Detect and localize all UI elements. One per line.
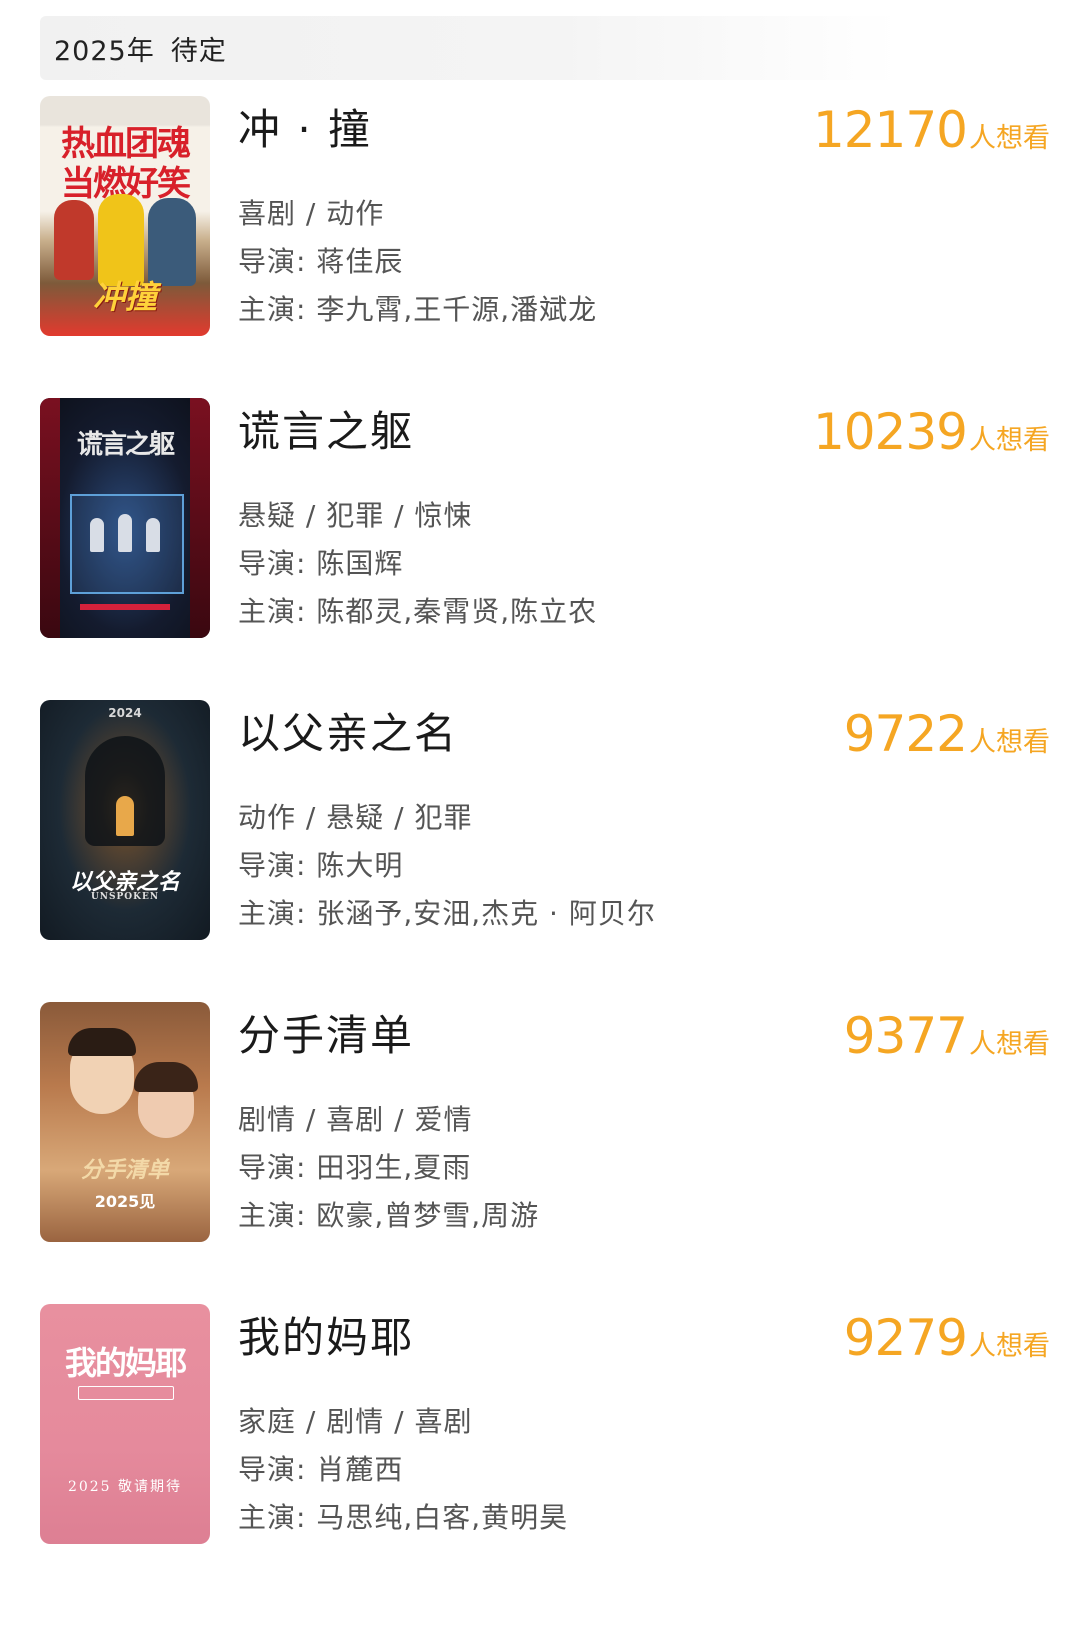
movie-poster[interactable]: 热血团魂 当燃好笑 冲撞 [40,96,210,336]
section-header: 2025年 待定 [40,16,900,80]
movie-cast: 主演: 李九霄,王千源,潘斌龙 [238,293,598,326]
section-year: 2025年 [54,35,155,67]
want-count-number: 9722 [843,705,968,763]
want-to-watch-count: 9279人想看 [844,1310,1050,1378]
movie-genre: 家庭 / 剧情 / 喜剧 [238,1405,473,1438]
movie-title[interactable]: 冲 · 撞 [238,104,372,156]
section-status: 待定 [170,35,227,67]
movie-cast: 主演: 陈都灵,秦霄贤,陈立农 [238,595,598,628]
movie-cast: 主演: 马思纯,白客,黄明昊 [238,1501,569,1534]
movie-card[interactable]: 分手清单 2025见 分手清单 9377人想看 剧情 / 喜剧 / 爱情 导演:… [40,1002,1050,1242]
movie-director: 导演: 陈大明 [238,849,404,882]
movie-director: 导演: 田羽生,夏雨 [238,1151,472,1184]
movie-genre: 剧情 / 喜剧 / 爱情 [238,1103,473,1136]
movie-poster[interactable]: 谎言之躯 [40,398,210,638]
movie-card[interactable]: 热血团魂 当燃好笑 冲撞 冲 · 撞 12170人想看 喜剧 / 动作 导演: … [40,96,1050,336]
poster-logo: 谎言之躯 [76,430,175,460]
movie-genre: 悬疑 / 犯罪 / 惊悚 [238,499,473,532]
want-count-unit: 人想看 [969,1029,1050,1060]
movie-title[interactable]: 分手清单 [238,1010,414,1062]
want-count-number: 10239 [812,403,968,461]
movie-title[interactable]: 谎言之躯 [238,406,414,458]
poster-subtitle: 2025见 [94,1192,156,1211]
poster-subtitle: 2025 敬请期待 [67,1479,183,1495]
movie-genre: 动作 / 悬疑 / 犯罪 [238,801,473,834]
want-count-unit: 人想看 [969,425,1050,456]
movie-poster[interactable]: 分手清单 2025见 [40,1002,210,1242]
want-count-number: 9279 [843,1309,968,1367]
movie-genre: 喜剧 / 动作 [238,197,385,230]
poster-logo: 我的妈耶 [64,1344,187,1382]
poster-year: 2024 [108,706,142,720]
want-count-unit: 人想看 [969,123,1050,154]
movie-title[interactable]: 我的妈耶 [238,1312,414,1364]
want-count-unit: 人想看 [969,727,1050,758]
movie-cast: 主演: 欧豪,曾梦雪,周游 [238,1199,540,1232]
movie-card[interactable]: 我的妈耶 2025 敬请期待 我的妈耶 9279人想看 家庭 / 剧情 / 喜剧… [40,1304,1050,1544]
want-to-watch-count: 10239人想看 [813,404,1050,472]
movie-cast: 主演: 张涵予,安沺,杰克 · 阿贝尔 [238,897,656,930]
want-count-number: 12170 [812,101,968,159]
want-count-number: 9377 [843,1007,968,1065]
poster-subtitle: UNSPOKEN [90,892,160,902]
movie-director: 导演: 蒋佳辰 [238,245,404,278]
want-to-watch-count: 9722人想看 [844,706,1050,774]
movie-director: 导演: 肖麓西 [238,1453,404,1486]
want-count-unit: 人想看 [969,1331,1050,1362]
want-to-watch-count: 9377人想看 [844,1008,1050,1076]
movie-title[interactable]: 以父亲之名 [238,708,458,760]
movie-card[interactable]: 谎言之躯 谎言之躯 10239人想看 悬疑 / 犯罪 / 惊悚 导演: 陈国辉 … [40,398,1050,638]
want-to-watch-count: 12170人想看 [813,102,1050,170]
movie-poster[interactable]: 我的妈耶 2025 敬请期待 [40,1304,210,1544]
movie-card[interactable]: 2024 以父亲之名 UNSPOKEN 以父亲之名 9722人想看 动作 / 悬… [40,700,1050,940]
movie-director: 导演: 陈国辉 [238,547,404,580]
poster-logo: 冲撞 [92,278,157,316]
poster-logo: 分手清单 [80,1157,169,1183]
movie-poster[interactable]: 2024 以父亲之名 UNSPOKEN [40,700,210,940]
